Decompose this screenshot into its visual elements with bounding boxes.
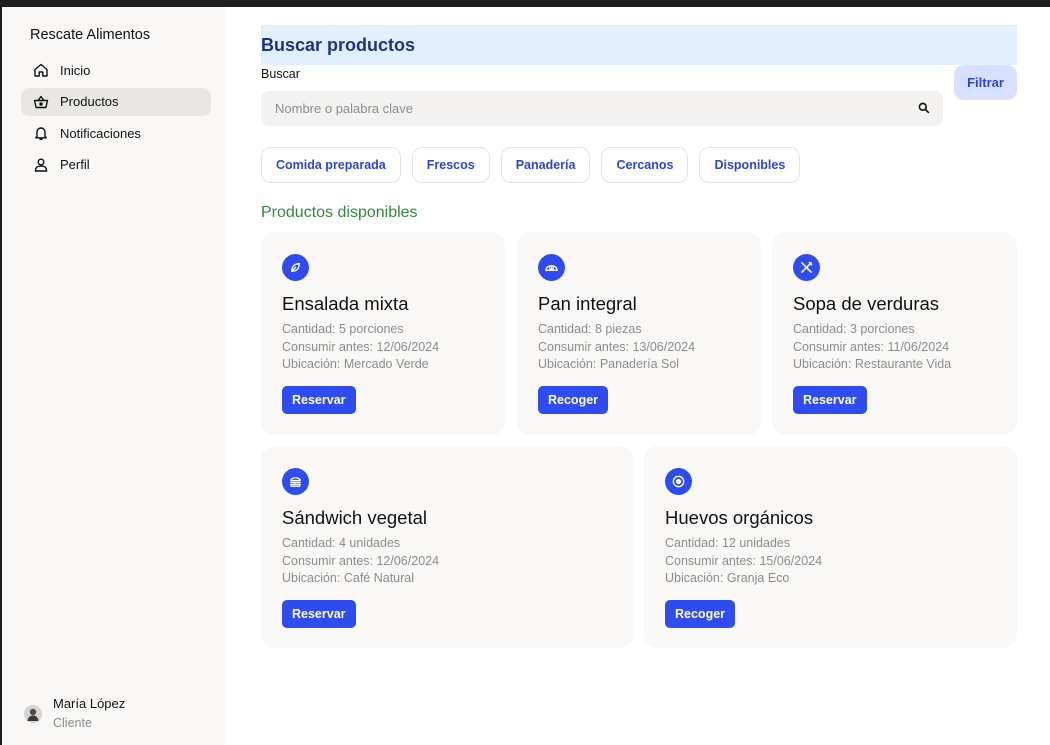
- window-top-bar: [0, 0, 1050, 7]
- sidebar-item-inicio[interactable]: Inicio: [21, 56, 211, 84]
- product-name: Sopa de verduras: [793, 293, 940, 314]
- egg-icon: [665, 468, 692, 495]
- product-location: Ubicación: Café Natural: [282, 571, 415, 586]
- product-card: Sándwich vegetal Cantidad: 4 unidades Co…: [261, 446, 634, 648]
- bread-icon: [538, 254, 565, 281]
- product-details: Cantidad: 3 porciones Consumir antes: 11…: [793, 321, 951, 374]
- product-expiry: Consumir antes: 11/06/2024: [793, 339, 950, 354]
- sidebar-item-label: Notificaciones: [60, 125, 141, 141]
- product-location: Ubicación: Mercado Verde: [282, 357, 429, 372]
- main-content: Buscar productos Buscar Filtrar Comida p…: [261, 25, 1017, 648]
- product-card: Huevos orgánicos Cantidad: 12 unidades C…: [644, 446, 1017, 648]
- search-label: Buscar: [261, 67, 300, 81]
- product-expiry: Consumir antes: 15/06/2024: [665, 553, 823, 568]
- product-quantity: Cantidad: 4 unidades: [282, 536, 401, 550]
- product-details: Cantidad: 12 unidades Consumir antes: 15…: [665, 535, 822, 588]
- product-quantity: Cantidad: 12 unidades: [665, 536, 791, 550]
- product-location: Ubicación: Restaurante Vida: [793, 357, 952, 372]
- search-input[interactable]: [275, 101, 895, 116]
- chip-frescos[interactable]: Frescos: [411, 147, 490, 183]
- product-name: Ensalada mixta: [282, 293, 409, 314]
- product-expiry: Consumir antes: 12/06/2024: [282, 339, 440, 354]
- search-icon[interactable]: [917, 101, 931, 115]
- product-card: Sopa de verduras Cantidad: 3 porciones C…: [772, 232, 1017, 435]
- app-brand: Rescate Alimentos: [30, 27, 151, 43]
- avatar: [24, 705, 42, 723]
- product-quantity: Cantidad: 8 piezas: [538, 322, 642, 336]
- filter-chips: Comida preparada Frescos Panadería Cerca…: [261, 147, 811, 183]
- section-title: Productos disponibles: [261, 204, 418, 221]
- product-expiry: Consumir antes: 13/06/2024: [538, 339, 696, 354]
- sidebar-item-productos[interactable]: Productos: [21, 87, 211, 116]
- product-name: Sándwich vegetal: [282, 507, 428, 528]
- sidebar-item-label: Perfil: [60, 157, 90, 172]
- product-details: Cantidad: 8 piezas Consumir antes: 13/06…: [538, 321, 695, 374]
- product-location: Ubicación: Granja Eco: [665, 571, 790, 586]
- user-icon: [33, 157, 49, 173]
- user-profile[interactable]: María López Cliente: [24, 696, 125, 730]
- product-name: Pan integral: [538, 293, 637, 314]
- sidebar-item-perfil[interactable]: Perfil: [21, 151, 211, 179]
- sidebar-item-label: Inicio: [60, 62, 91, 78]
- leaf-icon: [282, 254, 309, 281]
- reserve-button[interactable]: Reservar: [282, 600, 356, 628]
- sidebar-nav: Inicio Productos Notificaciones Perfil: [21, 56, 211, 182]
- user-name: María López: [53, 696, 126, 711]
- product-details: Cantidad: 5 porciones Consumir antes: 12…: [282, 321, 439, 374]
- product-location: Ubicación: Panadería Sol: [538, 357, 680, 372]
- product-quantity: Cantidad: 5 porciones: [282, 322, 404, 336]
- chip-panaderia[interactable]: Panadería: [500, 147, 591, 183]
- sidebar-item-label: Productos: [60, 94, 119, 109]
- product-quantity: Cantidad: 3 porciones: [793, 322, 915, 336]
- sidebar-item-notificaciones[interactable]: Notificaciones: [21, 119, 211, 147]
- search-field[interactable]: [261, 91, 943, 126]
- product-details: Cantidad: 4 unidades Consumir antes: 12/…: [282, 535, 439, 588]
- chip-cercanos[interactable]: Cercanos: [601, 147, 689, 183]
- chip-comida-preparada[interactable]: Comida preparada: [261, 147, 401, 183]
- page-title: Buscar productos: [261, 25, 1017, 65]
- product-name: Huevos orgánicos: [665, 507, 814, 528]
- home-icon: [33, 62, 49, 78]
- utensils-icon: [793, 254, 820, 281]
- sandwich-icon: [282, 468, 309, 495]
- product-expiry: Consumir antes: 12/06/2024: [282, 553, 440, 568]
- pickup-button[interactable]: Recoger: [665, 600, 736, 628]
- reserve-button[interactable]: Reservar: [282, 386, 356, 414]
- product-card: Pan integral Cantidad: 8 piezas Consumir…: [517, 232, 762, 435]
- filter-button[interactable]: Filtrar: [954, 65, 1017, 100]
- pickup-button[interactable]: Recoger: [538, 386, 609, 414]
- reserve-button[interactable]: Reservar: [793, 386, 867, 414]
- basket-icon: [33, 94, 49, 110]
- chip-disponibles[interactable]: Disponibles: [699, 147, 801, 183]
- bell-icon: [33, 125, 49, 141]
- product-card: Ensalada mixta Cantidad: 5 porciones Con…: [261, 232, 506, 435]
- sidebar: Rescate Alimentos Inicio Productos Notif…: [0, 7, 226, 745]
- user-role: Cliente: [53, 716, 92, 730]
